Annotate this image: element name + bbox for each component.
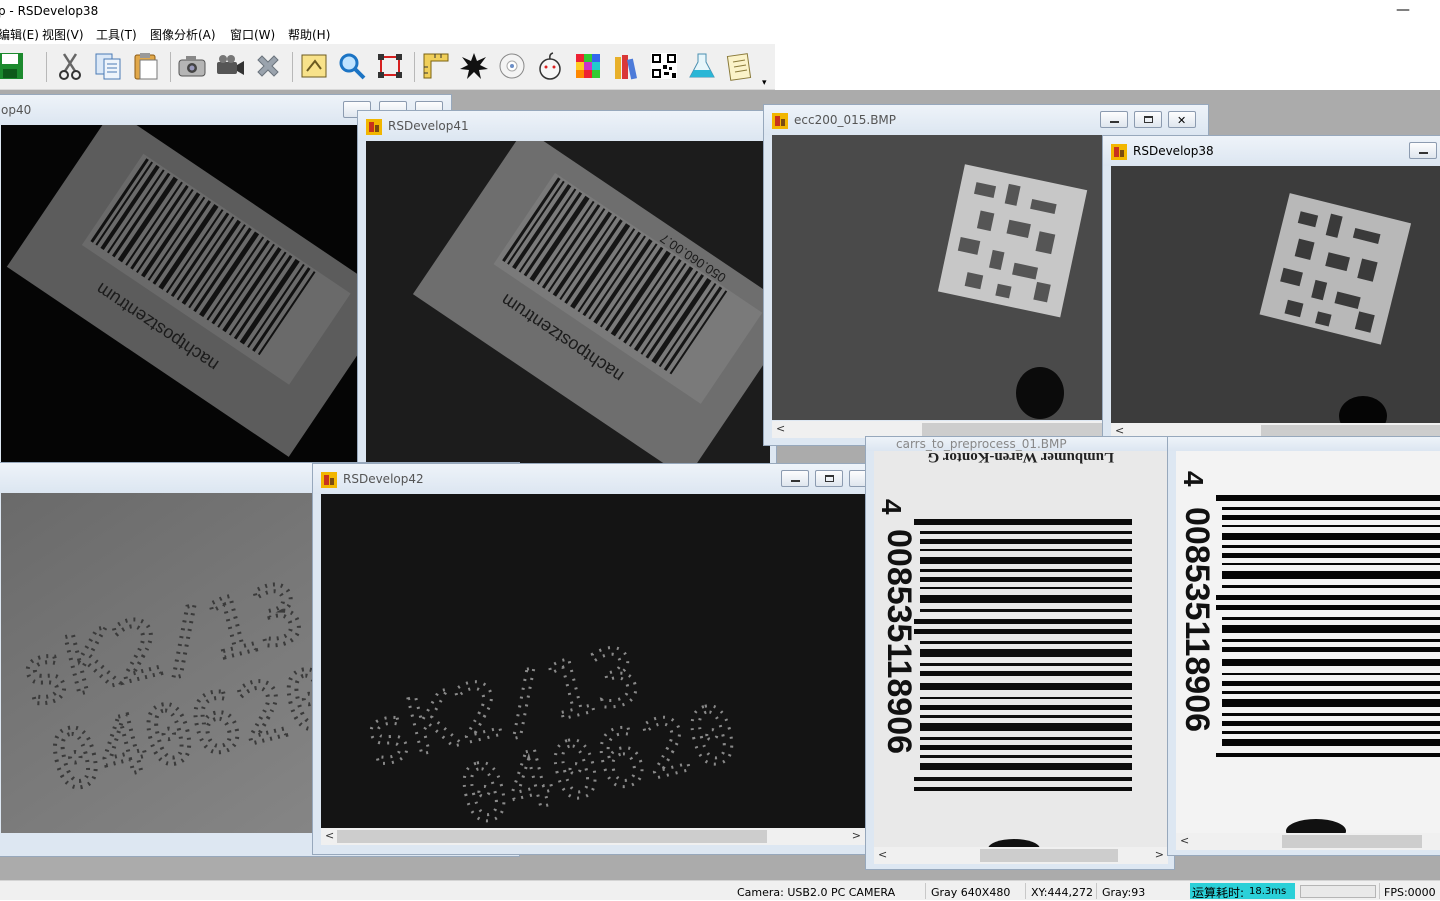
save-icon[interactable]	[0, 50, 26, 82]
status-progress-bar	[1300, 885, 1376, 898]
status-bar: Camera: USB2.0 PC CAMERA Gray 640X480 XY…	[0, 880, 1440, 900]
app-title: p - RSDevelop38	[0, 4, 99, 18]
window-caption[interactable]: RSDevelop42	[313, 464, 871, 494]
roi-select-icon[interactable]	[298, 50, 330, 82]
scroll-thumb[interactable]	[922, 423, 1102, 436]
maximize-button[interactable]	[815, 470, 843, 487]
books-icon[interactable]	[610, 50, 642, 82]
window-title: carrs_to_preprocess_01.BMP	[896, 437, 1067, 451]
disc-icon[interactable]	[496, 50, 528, 82]
paste-icon[interactable]	[130, 50, 162, 82]
minimize-button[interactable]: —	[1396, 2, 1410, 18]
image-window-42[interactable]: RSDevelop42 sK2/13 040620 < >	[312, 463, 872, 855]
image-view[interactable]: 4 008535118906	[1176, 451, 1440, 833]
menu-help[interactable]: 帮助(H)	[288, 26, 330, 43]
window-title: ecc200_015.BMP	[794, 113, 897, 127]
menu-tools[interactable]: 工具(T)	[96, 26, 137, 43]
menu-view[interactable]: 视图(V)	[42, 26, 84, 43]
image-window-carrs[interactable]: carrs_to_preprocess_01.BMP Lumbumer Ware…	[865, 436, 1175, 870]
image-view[interactable]: sK2/13 040620	[321, 494, 865, 828]
image-view[interactable]	[1111, 166, 1440, 423]
status-camera: Camera: USB2.0 PC CAMERA	[737, 886, 896, 899]
horizontal-scrollbar[interactable]: < >	[321, 828, 865, 845]
blob-icon[interactable]	[458, 50, 490, 82]
image-window-ean-right[interactable]: 4 008535118906 <	[1167, 436, 1440, 856]
horizontal-scrollbar[interactable]: <	[1176, 833, 1440, 850]
status-gray-value: Gray:93	[1102, 886, 1146, 899]
minimize-button[interactable]	[781, 470, 809, 487]
menu-image-analysis[interactable]: 图像分析(A)	[150, 26, 216, 43]
ean-prefix-digit: 4	[876, 499, 907, 515]
image-window-41[interactable]: RSDevelop41 050.060.00.7 nachtpostzentru…	[357, 110, 777, 470]
image-window-38[interactable]: RSDevelop38 <	[1102, 135, 1440, 447]
scroll-thumb[interactable]	[980, 849, 1118, 862]
apple-icon[interactable]	[534, 50, 566, 82]
app-icon	[772, 113, 788, 129]
close-button[interactable]: ✕	[1168, 111, 1196, 128]
status-time-label: 运算耗时:	[1192, 886, 1245, 900]
window-caption[interactable]: ecc200_015.BMP ✕	[764, 105, 1208, 135]
menu-bar: 编辑(E) 视图(V) 工具(T) 图像分析(A) 窗口(W) 帮助(H)	[0, 22, 1440, 44]
scroll-left-arrow[interactable]: <	[776, 422, 785, 435]
scroll-thumb[interactable]	[337, 830, 767, 843]
camera-icon[interactable]	[176, 50, 208, 82]
label-top-text: Lumbumer Waren-Kontor G	[927, 451, 1114, 465]
toolbar: ▾	[0, 44, 775, 90]
app-icon	[1111, 144, 1127, 160]
notes-icon[interactable]	[724, 50, 756, 82]
qrcode-icon[interactable]	[648, 50, 680, 82]
zoom-icon[interactable]	[336, 50, 368, 82]
scroll-left-arrow[interactable]: <	[325, 829, 334, 842]
horizontal-scrollbar[interactable]: < >	[874, 847, 1168, 864]
minimize-button[interactable]	[1409, 142, 1437, 159]
scroll-right-arrow[interactable]: >	[852, 829, 861, 842]
app-icon	[321, 472, 337, 488]
datamatrix-code	[937, 164, 1088, 318]
mdi-workspace: op40 nachtpostzentrum RSDevelop41 050.06…	[0, 90, 1440, 880]
minimize-button[interactable]	[1100, 111, 1128, 128]
menu-edit[interactable]: 编辑(E)	[0, 26, 39, 43]
status-cursor-xy: XY:444,272	[1031, 886, 1093, 899]
scroll-thumb[interactable]	[1282, 835, 1422, 848]
copy-icon[interactable]	[92, 50, 124, 82]
scroll-left-arrow[interactable]: <	[1180, 834, 1189, 847]
app-icon	[366, 119, 382, 135]
ruler-icon[interactable]	[420, 50, 452, 82]
app-title-bar: p - RSDevelop38 —	[0, 0, 1440, 22]
scroll-right-arrow[interactable]: >	[1155, 848, 1164, 861]
maximize-button[interactable]	[1134, 111, 1162, 128]
status-time-value: 18.3ms	[1249, 886, 1287, 897]
window-caption[interactable]: carrs_to_preprocess_01.BMP	[866, 437, 1174, 451]
window-caption[interactable]	[1168, 437, 1440, 451]
flask-icon[interactable]	[686, 50, 718, 82]
cut-icon[interactable]	[54, 50, 86, 82]
window-caption[interactable]: RSDevelop38	[1103, 136, 1440, 166]
ean-digits: 008535118906	[880, 529, 918, 754]
window-title: op40	[1, 103, 32, 117]
video-camera-icon[interactable]	[214, 50, 246, 82]
window-title: RSDevelop38	[1133, 144, 1214, 158]
status-fps: FPS:0000	[1384, 886, 1436, 899]
color-cube-icon[interactable]	[572, 50, 604, 82]
toolbar-overflow-button[interactable]: ▾	[762, 78, 767, 88]
window-title: RSDevelop41	[388, 119, 469, 133]
menu-window[interactable]: 窗口(W)	[230, 26, 275, 43]
scroll-left-arrow[interactable]: <	[878, 848, 887, 861]
status-image-format: Gray 640X480	[931, 886, 1011, 899]
image-view[interactable]: Lumbumer Waren-Kontor G 4 008535118906	[874, 451, 1168, 847]
window-title: RSDevelop42	[343, 472, 424, 486]
image-view[interactable]: 050.060.00.7 nachtpostzentrum	[366, 141, 770, 469]
ean-digits: 008535118906	[1178, 507, 1216, 732]
disconnect-icon[interactable]	[252, 50, 284, 82]
crop-icon[interactable]	[374, 50, 406, 82]
ean-prefix-digit: 4	[1178, 471, 1209, 487]
window-caption[interactable]: RSDevelop41	[358, 111, 776, 141]
